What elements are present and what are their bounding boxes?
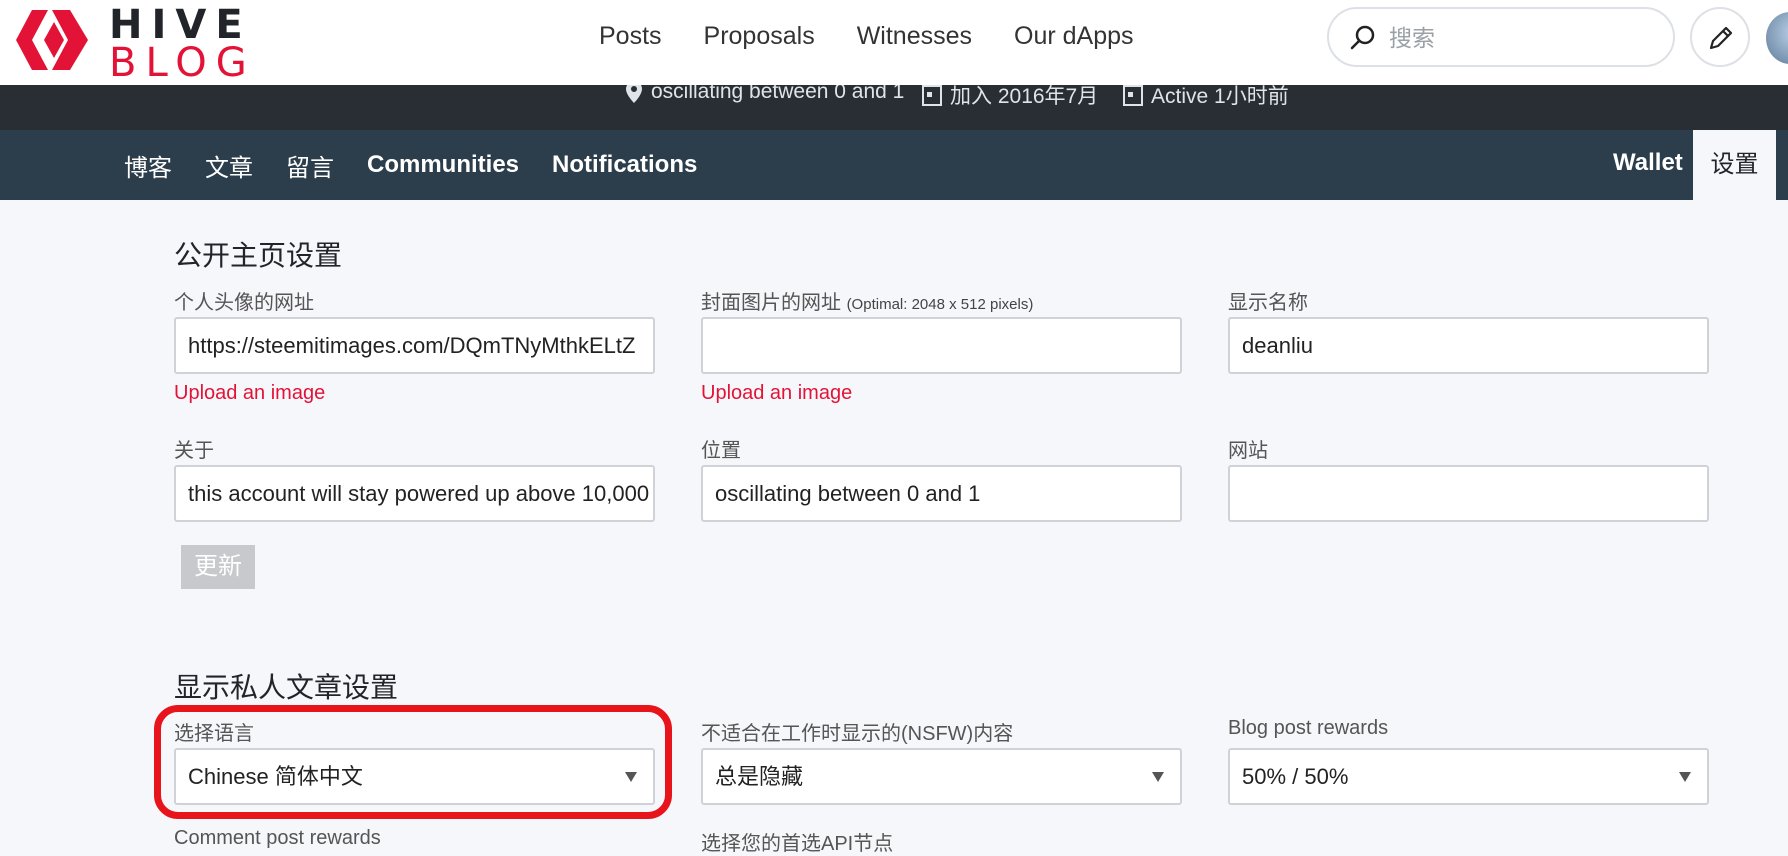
hive-logo-icon (16, 10, 88, 70)
website-label: 网站 (1228, 440, 1268, 462)
search-box[interactable] (1327, 7, 1675, 67)
tab-settings[interactable]: 设置 (1693, 130, 1776, 200)
dropdown-arrow-icon (1679, 772, 1691, 782)
blog-rewards-select-value: 50% / 50% (1242, 764, 1349, 789)
cover-upload-link[interactable]: Upload an image (701, 382, 852, 405)
blog-rewards-select[interactable]: 50% / 50% (1228, 748, 1709, 805)
avatar-url-label: 个人头像的网址 (174, 292, 314, 314)
logo-hive-text: HIVE (109, 2, 252, 48)
cover-url-hint: (Optimal: 2048 x 512 pixels) (846, 296, 1034, 313)
nsfw-select[interactable]: 总是隐藏 (701, 748, 1182, 805)
location-label: 位置 (701, 440, 741, 462)
language-highlight-annotation (154, 705, 672, 819)
tab-wallet[interactable]: Wallet (1613, 149, 1683, 177)
update-button[interactable]: 更新 (181, 545, 255, 589)
nav-proposals[interactable]: Proposals (704, 20, 815, 52)
avatar-url-field[interactable]: https://steemitimages.com/DQmTNyMthkELtZ (174, 317, 655, 374)
search-icon[interactable] (1349, 24, 1377, 52)
logo-blog-text: BLOG (109, 40, 256, 86)
blog-rewards-label: Blog post rewards (1228, 717, 1389, 739)
calendar-icon (1123, 85, 1143, 106)
calendar-icon (922, 85, 942, 106)
api-node-label: 选择您的首选API节点 (701, 833, 894, 855)
dropdown-arrow-icon (1152, 772, 1164, 782)
pencil-icon (1709, 26, 1733, 50)
nsfw-select-value: 总是隐藏 (715, 764, 804, 789)
avatar-upload-link[interactable]: Upload an image (174, 382, 325, 405)
main-nav: Posts Proposals Witnesses Our dApps (599, 20, 1134, 52)
display-name-field[interactable]: deanliu (1228, 317, 1709, 374)
comment-rewards-label: Comment post rewards (174, 827, 381, 849)
tab-notifications[interactable]: Notifications (552, 151, 697, 179)
create-post-button[interactable] (1690, 7, 1750, 67)
private-settings-title: 显示私人文章设置 (174, 672, 399, 703)
top-header: HIVE BLOG Posts Proposals Witnesses Our … (0, 0, 1788, 85)
about-field[interactable]: this account will stay powered up above … (174, 465, 655, 522)
profile-tabbar: 博客 文章 留言 Communities Notifications Walle… (0, 130, 1788, 200)
tab-blog[interactable]: 博客 (124, 148, 172, 183)
hive-blog-logo[interactable]: HIVE BLOG (14, 2, 254, 83)
cover-url-label-text: 封面图片的网址 (701, 292, 841, 314)
tab-posts[interactable]: 文章 (205, 148, 253, 183)
display-name-label: 显示名称 (1228, 292, 1308, 314)
tab-communities[interactable]: Communities (367, 151, 519, 179)
tab-comments[interactable]: 留言 (286, 148, 334, 183)
nav-posts[interactable]: Posts (599, 20, 662, 52)
search-input[interactable] (1389, 19, 1659, 57)
cover-url-field[interactable] (701, 317, 1182, 374)
nsfw-label: 不适合在工作时显示的(NSFW)内容 (701, 723, 1014, 745)
website-field[interactable] (1228, 465, 1709, 522)
user-avatar[interactable] (1766, 12, 1788, 64)
nav-our-dapps[interactable]: Our dApps (1014, 20, 1134, 52)
nav-witnesses[interactable]: Witnesses (857, 20, 972, 52)
cover-url-label: 封面图片的网址 (Optimal: 2048 x 512 pixels) (701, 286, 1033, 315)
about-label: 关于 (174, 440, 214, 462)
public-settings-title: 公开主页设置 (174, 240, 343, 271)
location-field[interactable]: oscillating between 0 and 1 (701, 465, 1182, 522)
